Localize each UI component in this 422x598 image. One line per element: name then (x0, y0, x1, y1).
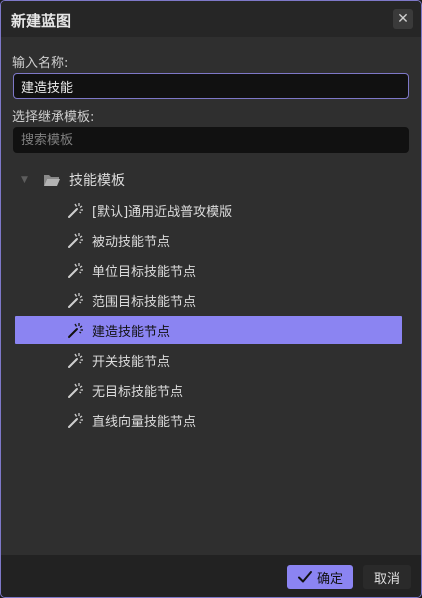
new-blueprint-dialog: 新建蓝图 ✕ 输入名称: 选择继承模板: ▼ 技能模板 [默认]通用近战普攻模版… (0, 0, 422, 598)
name-input[interactable] (13, 73, 409, 99)
tree-item-label: 建造技能节点 (92, 324, 171, 340)
cancel-label: 取消 (373, 571, 400, 587)
tree-item[interactable]: 开关技能节点 (15, 346, 402, 374)
magic-wand-icon (68, 263, 83, 278)
tree-item-label: 直线向量技能节点 (92, 414, 197, 430)
tree-item[interactable]: 无目标技能节点 (15, 376, 402, 404)
name-label: 输入名称: (12, 56, 69, 71)
tree-item[interactable]: [默认]通用近战普攻模版 (15, 196, 402, 224)
confirm-button[interactable]: 确定 (287, 565, 353, 589)
tree-root-label: 技能模板 (69, 173, 125, 189)
tree-item-label: 无目标技能节点 (92, 384, 184, 400)
dialog-footer: 确定 取消 (1, 555, 421, 597)
cancel-button[interactable]: 取消 (363, 565, 411, 589)
magic-wand-icon (68, 203, 83, 218)
tree-item-label: 开关技能节点 (92, 354, 171, 370)
dialog-title: 新建蓝图 (11, 12, 72, 30)
tree-item[interactable]: 单位目标技能节点 (15, 256, 402, 284)
confirm-label: 确定 (316, 571, 343, 587)
magic-wand-icon (68, 233, 83, 248)
tree-item[interactable]: 建造技能节点 (15, 316, 402, 344)
magic-wand-icon (68, 383, 83, 398)
collapse-arrow-icon[interactable]: ▼ (21, 175, 33, 185)
folder-open-icon (44, 175, 60, 186)
tree-item[interactable]: 范围目标技能节点 (15, 286, 402, 314)
tree-item-label: 单位目标技能节点 (92, 264, 197, 280)
tree-item[interactable]: 直线向量技能节点 (15, 406, 402, 434)
template-search-input[interactable] (13, 127, 409, 153)
close-icon: ✕ (397, 11, 409, 27)
magic-wand-icon (68, 293, 83, 308)
template-label: 选择继承模板: (12, 110, 95, 125)
magic-wand-icon (68, 413, 83, 428)
title-bar: 新建蓝图 ✕ (1, 1, 421, 37)
tree-item[interactable]: 被动技能节点 (15, 226, 402, 254)
magic-wand-icon (68, 323, 83, 338)
tree-item-label: [默认]通用近战普攻模版 (92, 204, 233, 220)
check-icon (297, 571, 312, 583)
tree-item-label: 范围目标技能节点 (92, 294, 197, 310)
close-button[interactable]: ✕ (393, 9, 413, 29)
tree-root-skill-templates[interactable]: ▼ 技能模板 (21, 168, 125, 192)
tree-item-label: 被动技能节点 (92, 234, 171, 250)
magic-wand-icon (68, 353, 83, 368)
